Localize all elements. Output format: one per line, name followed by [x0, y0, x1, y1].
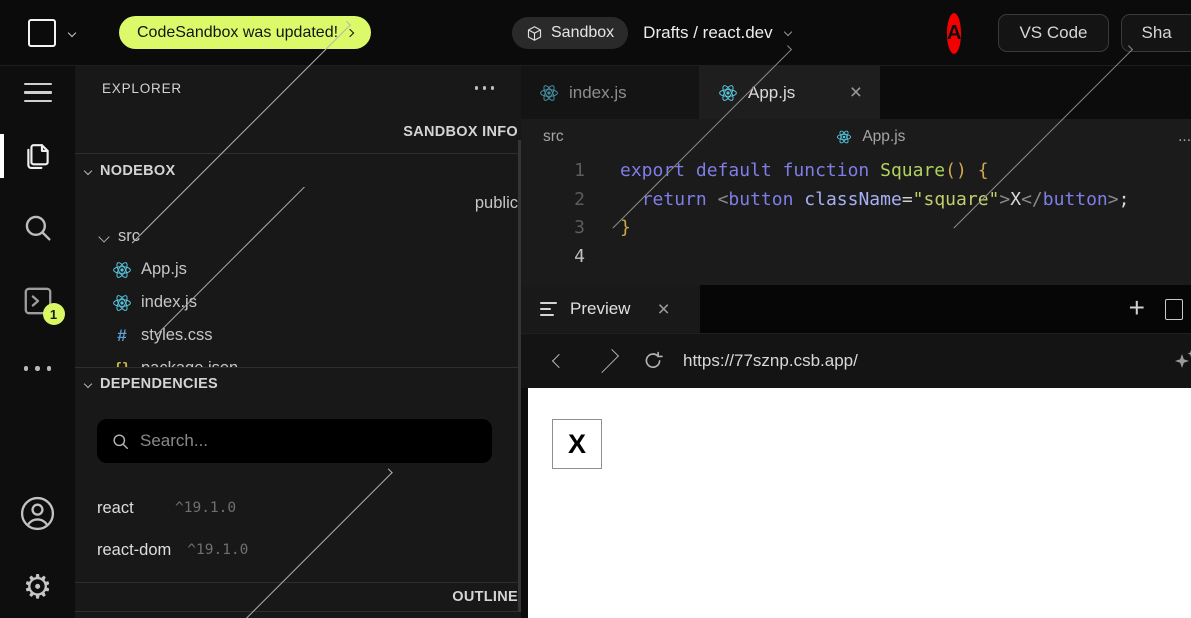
breadcrumb-src[interactable]: src	[543, 128, 564, 146]
section-outline[interactable]: OUTLINE	[75, 583, 518, 611]
chevron-down-icon	[98, 231, 109, 242]
files-icon	[22, 139, 54, 173]
tree-item-App.js[interactable]: App.js	[75, 253, 518, 286]
update-banner-label: CodeSandbox was updated!	[137, 24, 338, 42]
dependency-version: ^19.1.0	[187, 542, 248, 558]
css-icon: #	[112, 326, 132, 346]
file-tree: publicsrcApp.jsindex.js#styles.css{}pack…	[75, 187, 518, 367]
dependency-search[interactable]	[97, 419, 492, 463]
close-icon[interactable]: ×	[657, 299, 669, 320]
square-button[interactable]: X	[552, 419, 602, 469]
dependency-item[interactable]: react ^19.1.0	[75, 487, 518, 529]
chevron-down-icon	[783, 27, 791, 35]
dependency-search-input[interactable]	[140, 431, 478, 451]
breadcrumb-file[interactable]: App.js	[862, 128, 905, 146]
preview-url[interactable]: https://77sznp.csb.app/	[683, 351, 858, 371]
chevron-down-icon	[84, 380, 92, 388]
dependency-name: react	[97, 499, 159, 518]
tree-item-index.js[interactable]: index.js	[75, 286, 518, 319]
dependency-version: ^19.1.0	[175, 500, 236, 516]
tab-index-js[interactable]: index.js	[521, 66, 700, 119]
chevron-right-icon	[346, 28, 354, 36]
activity-bar: 1 ⚙	[0, 66, 75, 618]
preview-list-icon	[540, 302, 557, 316]
json-icon: {}	[112, 359, 132, 368]
section-nodebox[interactable]: NODEBOX	[75, 154, 518, 187]
vscode-button[interactable]: VS Code	[998, 14, 1108, 52]
sandbox-badge[interactable]: Sandbox	[512, 17, 628, 49]
react-icon	[112, 260, 132, 280]
tree-item-package.json[interactable]: {} package.json	[75, 352, 518, 367]
section-sandbox-info[interactable]: SANDBOX INFO	[75, 110, 518, 153]
sidebar-item-terminal[interactable]: 1	[20, 283, 56, 319]
account-icon	[19, 495, 56, 532]
section-dependencies[interactable]: DEPENDENCIES	[75, 368, 518, 400]
tree-item-public[interactable]: public	[75, 187, 518, 220]
react-icon	[539, 83, 559, 103]
editor-tab-bar: index.js App.js ×	[521, 66, 1191, 119]
code-line: 1export default function Square() {	[521, 157, 1191, 186]
sidebar-item-search[interactable]	[21, 211, 55, 250]
chevron-down-icon	[84, 166, 92, 174]
tree-item-styles.css[interactable]: #styles.css	[75, 319, 518, 352]
react-icon	[836, 129, 852, 145]
sparkle-icon[interactable]	[1172, 348, 1191, 379]
top-bar: CodeSandbox was updated! Sandbox Drafts …	[0, 0, 1191, 66]
menu-icon[interactable]	[24, 83, 52, 102]
search-icon	[21, 211, 55, 245]
codesandbox-logo-icon[interactable]	[28, 19, 56, 47]
react-icon	[112, 293, 132, 313]
sidebar-item-files[interactable]	[0, 134, 75, 178]
layout-icon[interactable]	[1165, 299, 1183, 320]
sidebar-item-account[interactable]	[19, 495, 56, 537]
breadcrumb-symbol[interactable]: ...	[1178, 128, 1191, 146]
forward-icon[interactable]	[595, 356, 619, 366]
dependency-name: react-dom	[97, 541, 171, 560]
sandbox-badge-label: Sandbox	[551, 24, 614, 42]
line-number: 3	[521, 214, 585, 243]
breadcrumb: src App.js ...	[521, 119, 1191, 155]
file-name: App.js	[141, 260, 187, 279]
search-icon	[111, 432, 130, 451]
ellipsis-icon[interactable]	[24, 366, 52, 371]
preview-url-bar: https://77sznp.csb.app/	[521, 333, 1191, 388]
terminal-badge: 1	[43, 303, 65, 325]
code-line: 4	[521, 243, 1191, 272]
line-number: 2	[521, 186, 585, 215]
file-name: package.json	[141, 359, 238, 367]
chevron-down-icon[interactable]	[68, 28, 76, 36]
explorer-title: EXPLORER	[102, 81, 182, 96]
avatar[interactable]: A	[947, 13, 961, 54]
line-number: 1	[521, 157, 585, 186]
explorer-more-icon[interactable]	[475, 86, 495, 90]
gear-icon[interactable]: ⚙	[23, 570, 53, 603]
active-indicator	[0, 134, 4, 178]
share-button[interactable]: Sha	[1121, 14, 1191, 52]
preview-tab-bar: Preview × +	[521, 285, 1191, 333]
preview-content: X	[521, 388, 1191, 618]
line-number: 4	[521, 243, 585, 272]
add-preview-icon[interactable]: +	[1129, 294, 1145, 322]
file-name: public	[475, 194, 518, 213]
project-breadcrumb[interactable]: Drafts / react.dev	[643, 23, 790, 43]
cube-icon	[526, 25, 543, 42]
tab-preview[interactable]: Preview ×	[521, 285, 700, 333]
close-icon[interactable]: ×	[850, 82, 862, 103]
refresh-icon[interactable]	[641, 350, 665, 372]
explorer-panel: EXPLORER SANDBOX INFO NODEBOX publicsrcA…	[75, 66, 518, 618]
back-icon[interactable]	[547, 356, 571, 366]
